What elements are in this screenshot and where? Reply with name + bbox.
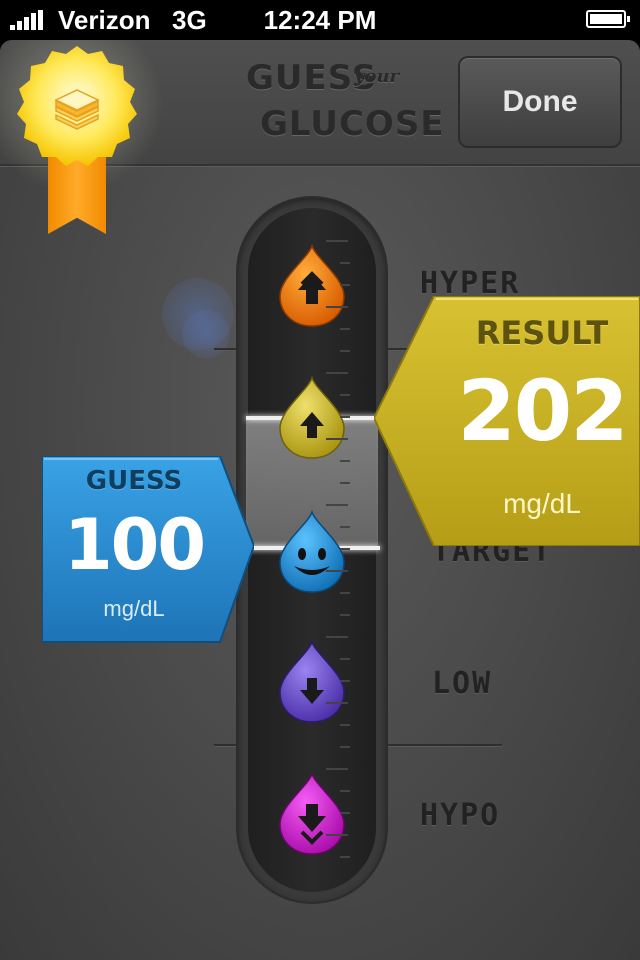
scale-tick xyxy=(340,658,350,660)
scale-tick xyxy=(340,482,350,484)
scale-tick xyxy=(326,504,348,506)
scale-tick xyxy=(326,636,348,638)
scale-tick xyxy=(326,570,348,572)
scale-tick xyxy=(340,394,350,396)
scale-tick xyxy=(340,812,350,814)
scale-tick xyxy=(340,790,350,792)
done-button[interactable]: Done xyxy=(458,56,622,148)
result-title: RESULT xyxy=(475,314,609,352)
scale-tick xyxy=(340,526,350,528)
scale-tick xyxy=(326,702,348,704)
up-arrow-icon xyxy=(279,376,345,459)
scale-tick xyxy=(340,350,350,352)
zone-label-low: LOW xyxy=(432,666,493,701)
status-time: 12:24 PM xyxy=(263,5,377,35)
award-badge[interactable] xyxy=(0,40,174,234)
hypo-drop[interactable] xyxy=(278,772,346,856)
double-down-arrow-icon xyxy=(279,772,345,855)
sandwich-award-icon xyxy=(17,46,137,166)
zone-label-hypo: HYPO xyxy=(420,798,501,833)
scale-tick xyxy=(326,438,348,440)
result-value: 202 xyxy=(457,362,628,460)
guess-title: GUESS xyxy=(85,466,183,496)
scale-tick xyxy=(340,460,350,462)
scale-tick xyxy=(326,372,348,374)
target-drop[interactable] xyxy=(278,510,346,594)
result-flag: RESULT 202 mg/dL xyxy=(374,296,640,546)
double-up-arrow-icon xyxy=(279,244,345,327)
title-glucose: GLUCOSE xyxy=(260,104,445,144)
hyper-drop[interactable] xyxy=(278,244,346,328)
scale-tick xyxy=(340,724,350,726)
scale-tick xyxy=(340,592,350,594)
down-arrow-icon xyxy=(279,640,345,723)
scale-tick xyxy=(340,856,350,858)
battery-icon xyxy=(586,10,630,28)
scale-tick xyxy=(340,328,350,330)
guess-value: 100 xyxy=(63,504,206,586)
scale-tick xyxy=(326,834,348,836)
guess-flag[interactable]: GUESS 100 mg/dL xyxy=(42,456,254,644)
status-bar: Verizon 3G 12:24 PM xyxy=(0,0,640,40)
title-your: your xyxy=(354,66,400,87)
scale-tick xyxy=(326,306,348,308)
scale-tick xyxy=(340,680,350,682)
low-drop[interactable] xyxy=(278,640,346,724)
scale-tick xyxy=(340,284,350,286)
smiley-face-icon xyxy=(279,510,345,593)
high-drop[interactable] xyxy=(278,376,346,460)
scale-tick xyxy=(340,548,350,550)
scale-tick xyxy=(340,746,350,748)
app-screen: GUESS your GLUCOSE Done HYPER TARGET LOW… xyxy=(0,40,640,960)
scale-tick xyxy=(340,614,350,616)
scale-tick xyxy=(340,416,350,418)
blur-orb xyxy=(182,310,230,358)
scale-tick xyxy=(340,262,350,264)
scale-tick xyxy=(326,768,348,770)
result-unit: mg/dL xyxy=(503,488,581,519)
scale-tick xyxy=(326,240,348,242)
guess-unit: mg/dL xyxy=(103,596,165,621)
